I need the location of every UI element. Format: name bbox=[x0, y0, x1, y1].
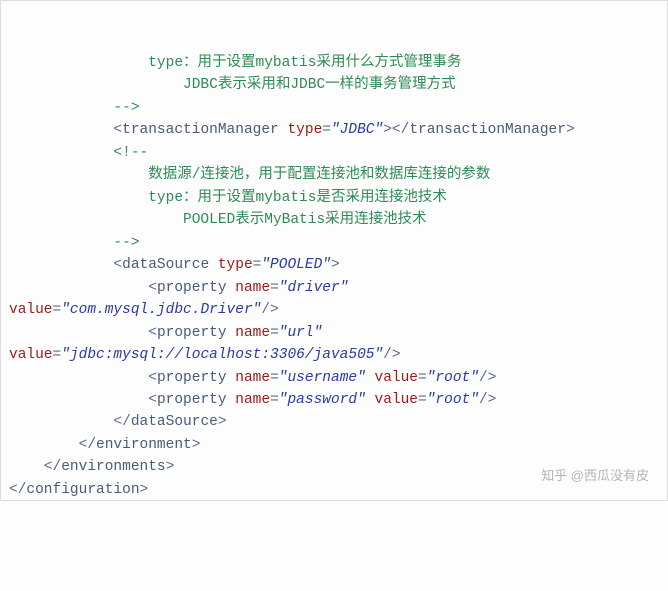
val-pooled: "POOLED" bbox=[261, 257, 331, 273]
attr-value: value bbox=[9, 302, 53, 318]
attr-name: name bbox=[227, 280, 271, 296]
comment-line: type：用于设置mybatis采用什么方式管理事务 bbox=[9, 55, 461, 71]
tag-property: property bbox=[157, 280, 227, 296]
attr-name: name bbox=[227, 392, 271, 408]
val-password: "password" bbox=[279, 392, 366, 408]
attr-name: name bbox=[227, 325, 271, 341]
comment-line: type：用于设置mybatis是否采用连接池技术 bbox=[9, 190, 447, 206]
val-url: "url" bbox=[279, 325, 323, 341]
tag-configuration-close: configuration bbox=[26, 482, 139, 498]
tag-property: property bbox=[157, 325, 227, 341]
attr-value: value bbox=[366, 392, 418, 408]
tag-transactionManager: transactionManager bbox=[122, 122, 279, 138]
tag-open: < bbox=[9, 122, 122, 138]
val-driver: "driver" bbox=[279, 280, 349, 296]
attr-value: value bbox=[366, 370, 418, 386]
val-url-string: "jdbc:mysql://localhost:3306/java505" bbox=[61, 347, 383, 363]
val-root: "root" bbox=[427, 392, 479, 408]
val-username: "username" bbox=[279, 370, 366, 386]
comment-start: <!-- bbox=[9, 145, 148, 161]
comment-line: 数据源/连接池，用于配置连接池和数据库连接的参数 bbox=[9, 167, 490, 183]
attr-type: type bbox=[279, 122, 323, 138]
tag-dataSource-close: dataSource bbox=[131, 414, 218, 430]
val-jdbc: "JDBC" bbox=[331, 122, 383, 138]
attr-name: name bbox=[227, 370, 271, 386]
tag-environment-close: environment bbox=[96, 437, 192, 453]
val-driver-class: "com.mysql.jdbc.Driver" bbox=[61, 302, 261, 318]
comment-line: JDBC表示采用和JDBC一样的事务管理方式 bbox=[9, 77, 456, 93]
comment-end: --> bbox=[9, 100, 140, 116]
watermark: 知乎 @西瓜没有皮 bbox=[541, 466, 649, 486]
comment-line: POOLED表示MyBatis采用连接池技术 bbox=[9, 212, 427, 228]
code-block: type：用于设置mybatis采用什么方式管理事务 JDBC表示采用和JDBC… bbox=[9, 52, 659, 501]
tag-dataSource: dataSource bbox=[122, 257, 209, 273]
val-root: "root" bbox=[427, 370, 479, 386]
attr-value: value bbox=[9, 347, 53, 363]
comment-end: --> bbox=[9, 235, 140, 251]
tag-environments-close: environments bbox=[61, 459, 165, 475]
attr-type: type bbox=[209, 257, 253, 273]
tag-property: property bbox=[157, 392, 227, 408]
tag-property: property bbox=[157, 370, 227, 386]
